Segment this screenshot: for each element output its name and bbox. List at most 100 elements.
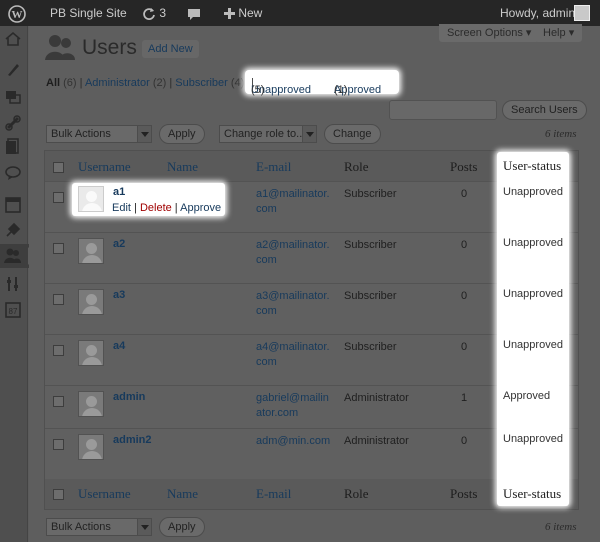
select-all-checkbox[interactable] <box>53 489 64 500</box>
email-link[interactable]: a3@mailinator.com <box>256 289 334 319</box>
username-link[interactable]: a3 <box>113 289 125 301</box>
column-posts: Posts <box>450 159 478 174</box>
role-cell: Subscriber <box>344 239 397 251</box>
column-username[interactable]: Username <box>78 486 131 502</box>
change-role-button[interactable]: Change <box>324 124 381 144</box>
username-link[interactable]: admin <box>113 391 145 403</box>
posts-count[interactable]: 0 <box>453 434 475 449</box>
plugins-icon[interactable] <box>4 221 22 239</box>
svg-text:W: W <box>12 9 23 21</box>
username-link[interactable]: a1 <box>113 186 125 198</box>
avatar <box>78 186 104 212</box>
filter-all[interactable]: All (6) <box>46 77 77 89</box>
row-checkbox[interactable] <box>53 243 64 254</box>
select-all-checkbox[interactable] <box>53 162 64 173</box>
links-icon[interactable] <box>4 114 22 132</box>
updates-link[interactable]: 3 <box>142 0 166 26</box>
avatar <box>78 289 104 315</box>
avatar <box>78 340 104 366</box>
tools-icon[interactable] <box>4 275 22 293</box>
delete-link[interactable]: Delete <box>140 202 172 214</box>
help-button[interactable]: Help ▾ <box>535 24 583 42</box>
media-icon[interactable] <box>4 87 22 105</box>
bulk-actions-select-bottom[interactable]: Bulk Actions <box>46 518 152 536</box>
items-count-bottom: 6 items <box>545 521 577 533</box>
howdy-user-link[interactable]: Howdy, admin <box>500 0 575 26</box>
user-status: Unapproved <box>503 433 563 445</box>
pages-icon[interactable] <box>4 137 22 155</box>
column-name[interactable]: Name <box>167 159 198 175</box>
role-cell: Administrator <box>344 392 409 404</box>
svg-text:87: 87 <box>9 307 18 316</box>
user-status: Unapproved <box>503 339 563 351</box>
appearance-icon[interactable] <box>4 196 22 214</box>
user-status: Unapproved <box>503 186 563 198</box>
posts-count[interactable]: 0 <box>453 187 475 202</box>
bulk-actions-value: Bulk Actions <box>51 128 111 140</box>
role-cell: Administrator <box>344 435 409 447</box>
screen-options-button[interactable]: Screen Options ▾ <box>439 24 540 42</box>
filter-unapproved[interactable]: Unapproved (5) | <box>251 77 311 96</box>
bulk-actions-select[interactable]: Bulk Actions <box>46 125 152 143</box>
apply-button-bottom[interactable]: Apply <box>159 517 205 537</box>
search-input[interactable] <box>389 100 497 120</box>
column-username[interactable]: Username <box>78 159 131 175</box>
column-user-status: User-status <box>503 158 562 173</box>
row-checkbox[interactable] <box>53 439 64 450</box>
add-new-button[interactable]: Add New <box>142 40 199 58</box>
row-checkbox[interactable] <box>53 345 64 356</box>
search-users-button[interactable]: Search Users <box>502 100 587 120</box>
updates-icon <box>142 6 156 20</box>
dashboard-icon[interactable] <box>4 30 22 48</box>
column-role: Role <box>344 486 369 501</box>
edit-link[interactable]: Edit <box>112 202 131 214</box>
column-email[interactable]: E-mail <box>256 486 291 502</box>
row-checkbox[interactable] <box>53 192 64 203</box>
user-status-column-highlight: User-status Unapproved Unapproved Unappr… <box>497 152 569 506</box>
email-link[interactable]: a4@mailinator.com <box>256 340 334 370</box>
username-link[interactable]: a4 <box>113 340 125 352</box>
change-role-select[interactable]: Change role to... <box>219 125 317 143</box>
posts-count[interactable]: 1 <box>453 391 475 406</box>
approve-link[interactable]: Approve <box>180 202 221 214</box>
avatar <box>78 391 104 417</box>
filter-all-label: All <box>46 77 61 89</box>
filter-subscriber-count: (4) <box>230 77 245 89</box>
user-status: Unapproved <box>503 237 563 249</box>
email-link[interactable]: adm@min.com <box>256 434 334 449</box>
settings-icon[interactable]: 87 <box>4 301 22 319</box>
posts-icon[interactable] <box>4 60 22 78</box>
column-email[interactable]: E-mail <box>256 159 291 175</box>
filter-administrator[interactable]: Administrator (2) <box>85 77 166 89</box>
email-link[interactable]: gabriel@mailinator.com <box>256 391 334 421</box>
chevron-down-icon: ▾ <box>525 27 532 39</box>
filter-subscriber[interactable]: Subscriber (4) <box>175 77 244 89</box>
apply-button[interactable]: Apply <box>159 124 205 144</box>
chevron-down-icon: ▾ <box>568 27 575 39</box>
posts-count[interactable]: 0 <box>453 238 475 253</box>
updates-count: 3 <box>159 6 167 20</box>
new-content-link[interactable]: New <box>224 0 262 26</box>
user-avatar[interactable] <box>574 5 590 21</box>
row-checkbox[interactable] <box>53 294 64 305</box>
site-name-link[interactable]: PB Single Site <box>50 0 127 26</box>
filter-subscriber-label: Subscriber <box>175 77 228 89</box>
page-title: Users <box>82 36 137 59</box>
username-link[interactable]: admin2 <box>113 434 152 446</box>
username-link[interactable]: a2 <box>113 238 125 250</box>
filter-unapproved-count: (5) <box>251 84 265 96</box>
comments-icon[interactable] <box>4 164 22 182</box>
email-link[interactable]: a1@mailinator.com <box>256 187 334 217</box>
chevron-down-icon <box>302 126 316 142</box>
posts-count[interactable]: 0 <box>453 289 475 304</box>
posts-count[interactable]: 0 <box>453 340 475 355</box>
user-role-filters: All (6) | Administrator (2) | Subscriber… <box>46 77 250 89</box>
filter-all-count: (6) <box>63 77 77 89</box>
email-link[interactable]: a2@mailinator.com <box>256 238 334 268</box>
row-checkbox[interactable] <box>53 396 64 407</box>
users-page-icon <box>44 32 76 65</box>
user-a1-highlight: a1 Edit | Delete | Approve <box>72 183 225 216</box>
column-name[interactable]: Name <box>167 486 198 502</box>
comments-bubble-icon[interactable] <box>187 0 201 26</box>
wordpress-logo-icon[interactable]: W <box>8 0 26 26</box>
